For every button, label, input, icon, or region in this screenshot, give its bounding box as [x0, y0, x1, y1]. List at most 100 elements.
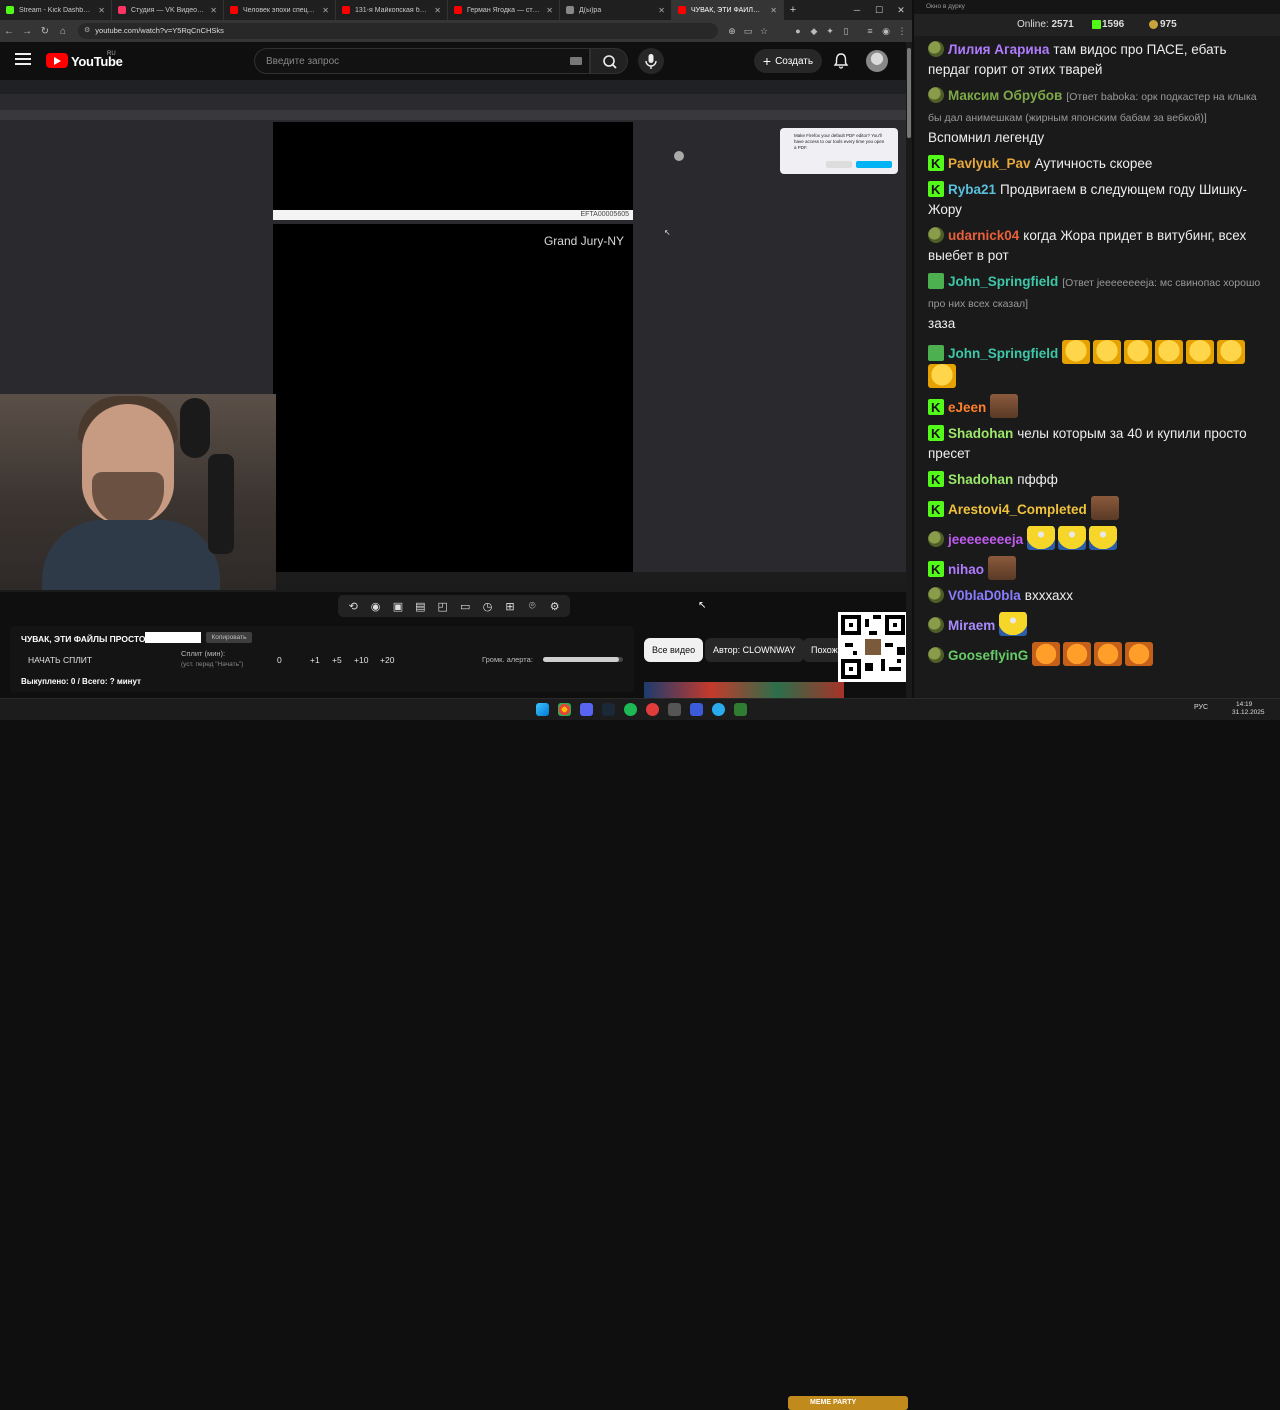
sidebar-icon[interactable]: ▯ — [838, 26, 854, 37]
add-1-button[interactable]: +1 — [310, 655, 320, 665]
tab-close-icon[interactable]: ✕ — [210, 6, 217, 15]
close-window-icon[interactable]: ✕ — [890, 0, 912, 20]
tab-close-icon[interactable]: ✕ — [322, 6, 329, 15]
app-icon[interactable] — [668, 703, 681, 716]
browser-tab[interactable]: ЧУВАК, ЭТИ ФАЙЛЫ ПРО ✕ — [672, 0, 784, 20]
chat-username[interactable]: John_Springfield — [948, 274, 1058, 289]
spotify-icon[interactable] — [624, 703, 637, 716]
windows-start-icon[interactable] — [536, 703, 549, 716]
zoom-icon[interactable]: ⊕ — [724, 26, 740, 37]
browser-tab[interactable]: Студия — VK Видео Live ✕ — [112, 0, 224, 20]
search-input[interactable] — [254, 48, 590, 74]
back-icon[interactable]: ← — [0, 26, 18, 37]
recommended-thumbnail[interactable] — [644, 682, 844, 698]
pip-icon[interactable]: ◰ — [435, 599, 451, 613]
alert-volume-slider[interactable] — [543, 657, 623, 662]
add-5-button[interactable]: +5 — [332, 655, 342, 665]
chat-username[interactable]: John_Springfield — [948, 346, 1058, 361]
tab-close-icon[interactable]: ✕ — [546, 6, 553, 15]
chip-all-videos[interactable]: Все видео — [644, 638, 704, 662]
chat-username[interactable]: nihao — [948, 562, 984, 577]
settings-gear-icon[interactable]: ⚙ — [547, 599, 563, 613]
steam-icon[interactable] — [602, 703, 615, 716]
browser-tab[interactable]: Человек эпохи спецназа. Х ✕ — [224, 0, 336, 20]
reload-icon[interactable]: ↻ — [36, 26, 54, 37]
scroll-thumb[interactable] — [907, 48, 911, 138]
puzzle-icon[interactable]: ✦ — [822, 26, 838, 37]
tab-close-icon[interactable]: ✕ — [770, 6, 777, 15]
chip-similar[interactable]: Похож — [803, 638, 843, 662]
minimize-icon[interactable]: ─ — [846, 0, 868, 20]
record-icon[interactable]: ▣ — [390, 599, 406, 613]
tab-close-icon[interactable]: ✕ — [434, 6, 441, 15]
obs-icon[interactable] — [646, 703, 659, 716]
tab-close-icon[interactable]: ✕ — [98, 6, 105, 15]
add-10-button[interactable]: +10 — [354, 655, 368, 665]
create-button[interactable]: + Создать — [754, 49, 822, 73]
chat-username[interactable]: Shadohan — [948, 472, 1013, 487]
browser-tab[interactable]: Герман Ягодка — становле ✕ — [448, 0, 560, 20]
meme-party-widget[interactable]: MEME PARTY — [788, 1396, 908, 1410]
profile-icon[interactable]: ◉ — [878, 26, 894, 37]
extension-icon[interactable]: ● — [790, 26, 806, 36]
chat-username[interactable]: Максим Обрубов — [948, 88, 1062, 103]
add-icon[interactable]: ⊞ — [502, 599, 518, 613]
add-20-button[interactable]: +20 — [380, 655, 394, 665]
extension2-icon[interactable]: ◆ — [806, 26, 822, 37]
chat-username[interactable]: V0blaD0bla — [948, 588, 1021, 603]
notifications-bell-icon[interactable] — [832, 52, 850, 70]
browser-tab[interactable]: 131-я Майкопская бригада ✕ — [336, 0, 448, 20]
maximize-icon[interactable]: ☐ — [868, 0, 890, 20]
copy-button[interactable]: Копировать — [206, 632, 252, 643]
chat-username[interactable]: Miraem — [948, 618, 995, 633]
chat-username[interactable]: GooseflyinG — [948, 648, 1028, 663]
chat-username[interactable]: Ryba21 — [948, 182, 996, 197]
explorer-icon[interactable] — [734, 703, 747, 716]
clock-date[interactable]: 31.12.2025 — [1232, 709, 1265, 716]
search-button[interactable] — [590, 48, 628, 74]
theater-icon[interactable]: ▭ — [457, 599, 473, 613]
hamburger-menu-icon[interactable] — [15, 53, 31, 67]
telegram-icon[interactable] — [712, 703, 725, 716]
voice-search-button[interactable] — [638, 48, 664, 74]
account-avatar[interactable] — [866, 50, 888, 72]
chip-author[interactable]: Автор: CLOWNWAY — [705, 638, 804, 662]
chat-username[interactable]: Лилия Агарина — [948, 42, 1049, 57]
chat-username[interactable]: Arestovi4_Completed — [948, 502, 1087, 517]
browser-tab[interactable]: Д(ы)ра ✕ — [560, 0, 672, 20]
cast-icon[interactable]: ▭ — [740, 26, 756, 37]
video-player[interactable]: EFTA00005605 Grand Jury-NY Make Firefox … — [0, 80, 906, 592]
chrome-icon[interactable] — [558, 703, 571, 716]
language-indicator[interactable]: РУС — [1194, 704, 1208, 711]
pepe-badge-icon — [928, 41, 944, 57]
tab-label: Герман Ягодка — становле — [467, 6, 541, 14]
keyboard-icon[interactable] — [570, 57, 582, 65]
loop-icon[interactable]: ⟲ — [345, 599, 361, 613]
chat-username[interactable]: Pavlyuk_Pav — [948, 156, 1031, 171]
bookmark-star-icon[interactable]: ☆ — [756, 26, 772, 37]
player-icon[interactable] — [690, 703, 703, 716]
screenshot-icon[interactable]: ⌾ — [524, 599, 540, 613]
audio-icon[interactable]: ◉ — [368, 599, 384, 613]
new-tab-button[interactable]: + — [784, 4, 802, 16]
page-scrollbar[interactable] — [906, 42, 912, 698]
tab-close-icon[interactable]: ✕ — [658, 6, 665, 15]
clock-time[interactable]: 14:19 — [1236, 701, 1252, 709]
site-info-icon[interactable]: ⚙ — [84, 23, 90, 39]
home-icon[interactable]: ⌂ — [54, 26, 72, 37]
title-blank-field[interactable] — [145, 632, 201, 643]
chat-username[interactable]: jeeeeeeeeja — [948, 532, 1023, 547]
menu-dots-icon[interactable]: ⋮ — [894, 26, 910, 37]
browser-tab[interactable]: Stream - Kick Dashboard ✕ — [0, 0, 112, 20]
speed-icon[interactable]: ◷ — [480, 599, 496, 613]
youtube-logo-icon[interactable] — [46, 53, 68, 68]
start-split-button[interactable]: НАЧАТЬ СПЛИТ — [28, 655, 92, 665]
clapper-icon[interactable]: ▤ — [412, 599, 428, 613]
chat-username[interactable]: Shadohan — [948, 426, 1013, 441]
url-field[interactable]: ⚙ youtube.com/watch?v=Y5RqCnCHSks — [78, 23, 718, 39]
chat-username[interactable]: udarnick04 — [948, 228, 1019, 243]
chat-username[interactable]: eJeen — [948, 400, 986, 415]
reading-list-icon[interactable]: ≡ — [862, 26, 878, 36]
forward-icon[interactable]: → — [18, 26, 36, 37]
discord-icon[interactable] — [580, 703, 593, 716]
